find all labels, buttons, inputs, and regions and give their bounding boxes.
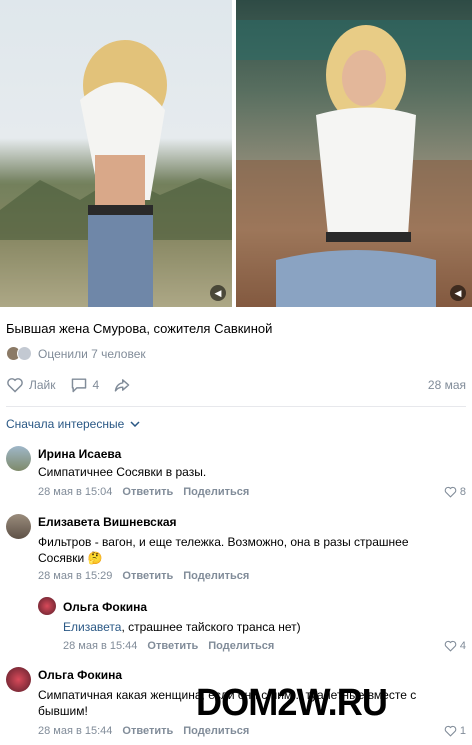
comment-meta: 28 мая в 15:44 Ответить Поделиться <box>38 725 249 737</box>
share-icon <box>114 379 130 392</box>
comments-count: 4 <box>92 378 100 392</box>
comment-meta: 28 мая в 15:04 Ответить Поделиться <box>38 486 249 498</box>
chevron-down-icon <box>130 421 140 427</box>
post-photos: ◀ ◀ <box>0 0 472 310</box>
share-comment-button[interactable]: Поделиться <box>183 486 249 498</box>
reply-button[interactable]: Ответить <box>122 570 173 582</box>
comment-author[interactable]: Елизавета Вишневская <box>38 515 177 529</box>
avatar[interactable] <box>6 667 31 692</box>
share-comment-button[interactable]: Поделиться <box>183 725 249 737</box>
like-label: Лайк <box>29 378 56 392</box>
share-comment-button[interactable]: Поделиться <box>208 640 274 652</box>
reply-text: , страшнее тайского транса нет) <box>121 620 301 634</box>
photo-2-image <box>236 20 472 307</box>
avatar <box>17 346 32 361</box>
comment-meta: 28 мая в 15:29 Ответить Поделиться <box>38 570 249 582</box>
comment-like-count: 1 <box>459 725 466 737</box>
share-comment-button[interactable]: Поделиться <box>183 570 249 582</box>
comment-item: Елизавета Вишневская Фильтров - вагон, и… <box>6 514 466 588</box>
divider <box>6 406 466 407</box>
comment-item: Ирина Исаева Симпатичнее Сосявки в разы.… <box>6 446 466 506</box>
comment-like-button[interactable]: 4 <box>444 640 466 652</box>
comment-like-count: 4 <box>459 640 466 652</box>
heart-icon <box>444 640 457 652</box>
heart-icon <box>7 378 23 393</box>
comment-like-button[interactable]: 8 <box>444 486 466 498</box>
liker-avatars <box>6 346 32 361</box>
avatar[interactable] <box>6 446 31 471</box>
avatar[interactable] <box>38 597 56 615</box>
heart-icon <box>444 725 457 737</box>
comments-sort-dropdown[interactable]: Сначала интересные <box>6 417 140 431</box>
comment-like-count: 8 <box>459 486 466 498</box>
comment-text: Фильтров - вагон, и еще тележка. Возможн… <box>38 535 409 565</box>
video-icon: ◀ <box>210 285 226 301</box>
post-photo-2[interactable]: ◀ <box>236 0 472 307</box>
share-button[interactable] <box>113 377 131 393</box>
like-button[interactable]: Лайк <box>6 377 56 393</box>
comment-author[interactable]: Ольга Фокина <box>63 600 147 614</box>
comment-time[interactable]: 28 мая в 15:04 <box>38 486 112 498</box>
mention-link[interactable]: Елизавета <box>63 620 121 634</box>
post-actions: Лайк 4 28 мая <box>6 374 466 396</box>
comment-author[interactable]: Ольга Фокина <box>38 668 122 682</box>
likes-count-text: Оценили 7 человек <box>38 346 146 361</box>
comment-text: Симпатичнее Сосявки в разы. <box>38 465 207 479</box>
watermark: DOM2W.RU <box>196 682 388 724</box>
reply-item: Ольга Фокина Елизавета, страшнее тайског… <box>32 597 466 655</box>
reply-button[interactable]: Ответить <box>122 486 173 498</box>
video-icon: ◀ <box>450 285 466 301</box>
likes-summary[interactable]: Оценили 7 человек <box>6 346 146 361</box>
comment-text: Елизавета, страшнее тайского транса нет) <box>63 619 463 635</box>
comment-author[interactable]: Ирина Исаева <box>38 447 121 461</box>
post-text: Бывшая жена Смурова, сожителя Савкиной <box>6 321 273 336</box>
comment-time[interactable]: 28 мая в 15:44 <box>63 640 137 652</box>
reply-button[interactable]: Ответить <box>147 640 198 652</box>
comment-time[interactable]: 28 мая в 15:44 <box>38 725 112 737</box>
sort-label: Сначала интересные <box>6 417 125 431</box>
post-photo-1[interactable]: ◀ <box>0 0 232 307</box>
heart-icon <box>444 486 457 498</box>
comment-icon <box>71 378 86 393</box>
photo-1-image <box>0 40 232 307</box>
reply-button[interactable]: Ответить <box>122 725 173 737</box>
comment-meta: 28 мая в 15:44 Ответить Поделиться <box>63 640 274 652</box>
avatar[interactable] <box>6 514 31 539</box>
comment-button[interactable]: 4 <box>70 377 100 393</box>
comment-time[interactable]: 28 мая в 15:29 <box>38 570 112 582</box>
comment-like-button[interactable]: 1 <box>444 725 466 737</box>
post-date: 28 мая <box>427 378 466 392</box>
